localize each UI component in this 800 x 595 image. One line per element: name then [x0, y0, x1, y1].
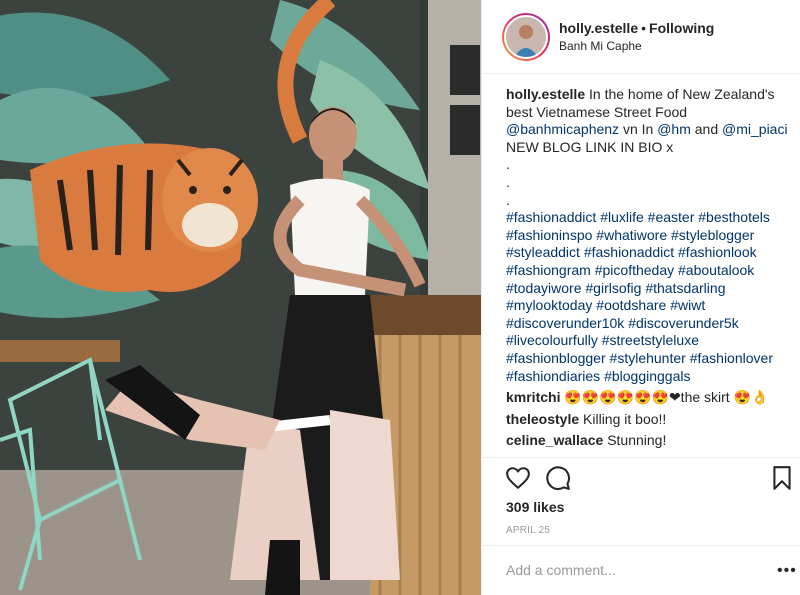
- mention-link[interactable]: @hm: [657, 121, 691, 137]
- caption-text: NEW BLOG LINK IN BIO x: [506, 138, 674, 155]
- hashtag-link[interactable]: #fashionlook: [678, 244, 757, 260]
- hashtag-link[interactable]: #picoftheday: [595, 262, 674, 278]
- comment-username-link[interactable]: kmritchi: [506, 389, 560, 405]
- location-link[interactable]: Banh Mi Caphe: [559, 38, 714, 54]
- speech-bubble-icon[interactable]: [545, 465, 571, 491]
- caption-dot: .: [506, 173, 510, 190]
- hashtag-link[interactable]: #blogginggals: [604, 368, 690, 384]
- avatar[interactable]: [504, 14, 548, 59]
- comments-list[interactable]: holly.estelle In the home of New Zealand…: [506, 86, 788, 458]
- hashtag-link[interactable]: #livecolourfully: [506, 332, 598, 348]
- hashtag-link[interactable]: #stylehunter: [610, 350, 686, 366]
- comment-text: Killing it boo!!: [583, 410, 667, 427]
- hashtag-link[interactable]: #mylooktoday: [506, 297, 592, 313]
- following-button[interactable]: Following: [649, 20, 714, 36]
- comment-item: kmritchi 😍😍😍😍😍😍❤the skirt 😍👌: [506, 389, 788, 407]
- avatar-story-ring[interactable]: [502, 12, 550, 61]
- hashtag-link[interactable]: #fashiongram: [506, 262, 591, 278]
- more-icon[interactable]: •••: [777, 563, 797, 579]
- header-text: holly.estelle • Following Banh Mi Caphe: [559, 19, 714, 54]
- likes-count[interactable]: 309 likes: [506, 499, 564, 515]
- hashtag-link[interactable]: #discoverunder5k: [628, 315, 739, 331]
- bookmark-icon[interactable]: [769, 465, 795, 491]
- header-username-link[interactable]: holly.estelle: [559, 20, 638, 36]
- header-line: holly.estelle • Following: [559, 19, 714, 37]
- comment-username-link[interactable]: theleostyle: [506, 411, 579, 427]
- post-photo[interactable]: [0, 0, 481, 595]
- post-header: holly.estelle • Following Banh Mi Caphe: [482, 0, 800, 74]
- hashtag-link[interactable]: #whatiwore: [596, 227, 667, 243]
- hashtag-link[interactable]: #todayiwore: [506, 280, 582, 296]
- hashtag-link[interactable]: #fashiondiaries: [506, 368, 600, 384]
- hashtag-link[interactable]: #discoverunder10k: [506, 315, 624, 331]
- comment-text: 😍😍😍😍😍😍❤the skirt 😍👌: [564, 389, 769, 406]
- caption-username-link[interactable]: holly.estelle: [506, 86, 585, 102]
- avatar-image: [506, 16, 546, 57]
- hashtag-link[interactable]: #fashionblogger: [506, 350, 606, 366]
- comment-item: theleostyle Killing it boo!!: [506, 411, 788, 429]
- header-separator: •: [641, 20, 647, 36]
- hashtag-link[interactable]: #fashionaddict: [584, 244, 674, 260]
- comment-username-link[interactable]: celine_wallace: [506, 432, 603, 448]
- photo-illustration: [0, 0, 481, 595]
- hashtag-link[interactable]: #wiwt: [670, 297, 705, 313]
- hashtag-link[interactable]: #streetstyleluxe: [602, 332, 699, 348]
- hashtag-link[interactable]: #thatsdarling: [645, 280, 725, 296]
- actions-divider: [482, 457, 800, 458]
- hashtag-link[interactable]: #easter: [648, 209, 695, 225]
- post-side-panel: holly.estelle • Following Banh Mi Caphe ho…: [481, 0, 800, 595]
- comment-item: celine_wallace Stunning!: [506, 432, 788, 450]
- hashtag-link[interactable]: #fashionaddict: [506, 209, 596, 225]
- hashtag-list: #fashionaddict #luxlife #easter #besthot…: [506, 209, 788, 385]
- hashtag-link[interactable]: #besthotels: [698, 209, 770, 225]
- caption-dot: .: [506, 156, 510, 173]
- composer-divider: [482, 545, 800, 546]
- hashtag-link[interactable]: #luxlife: [600, 209, 644, 225]
- action-bar: [505, 465, 795, 491]
- hashtag-link[interactable]: #ootdshare: [596, 297, 666, 313]
- hashtag-link[interactable]: #girlsofig: [585, 280, 641, 296]
- hashtag-link[interactable]: #styleblogger: [671, 227, 754, 243]
- mention-link[interactable]: @banhmicaphenz: [506, 121, 619, 137]
- hashtag-link[interactable]: #fashioninspo: [506, 227, 592, 243]
- hashtag-link[interactable]: #aboutalook: [678, 262, 754, 278]
- caption-text: vn In: [622, 121, 654, 138]
- hashtag-link[interactable]: #fashionlover: [690, 350, 773, 366]
- heart-icon[interactable]: [505, 465, 531, 491]
- caption-dot: .: [506, 191, 510, 208]
- comment-text: Stunning!: [607, 432, 667, 449]
- hashtag-link[interactable]: #styleaddict: [506, 244, 580, 260]
- caption: holly.estelle In the home of New Zealand…: [506, 86, 788, 385]
- caption-text: and: [694, 121, 719, 138]
- post-date[interactable]: APRIL 25: [506, 525, 550, 536]
- add-comment-input[interactable]: [506, 562, 746, 578]
- mention-link[interactable]: @mi_piaci: [722, 121, 788, 137]
